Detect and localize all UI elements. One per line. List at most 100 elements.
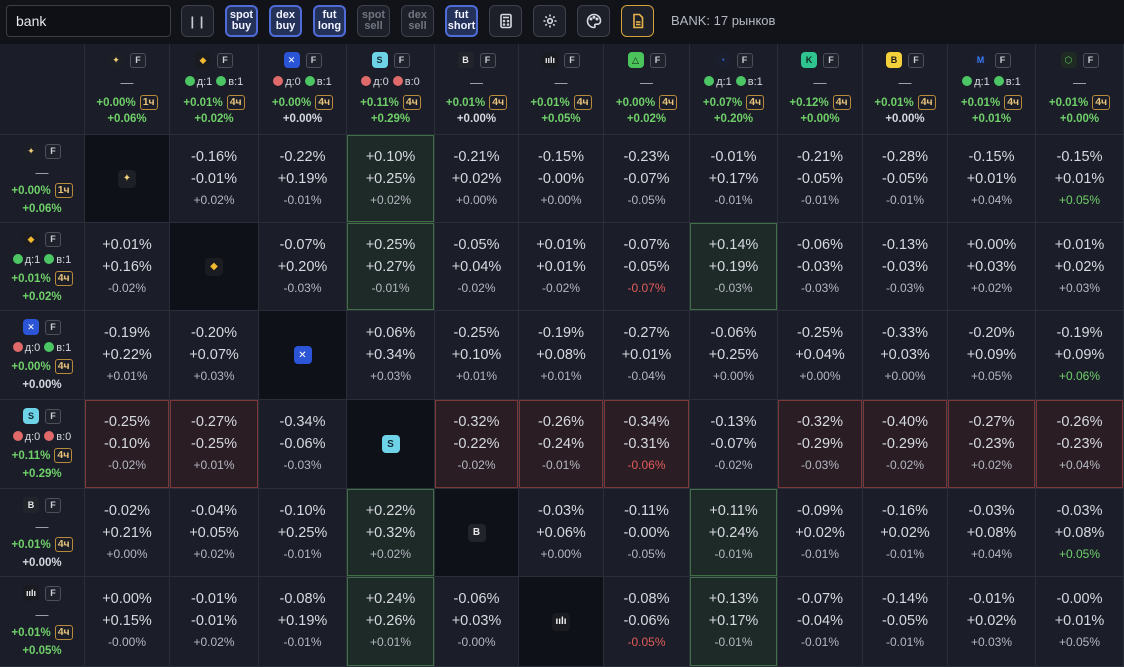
column-header-htx[interactable]: ◔ Fд:1 в:1 +0.07% 4ч +0.20% <box>690 44 778 135</box>
spread-cell[interactable]: -0.28% -0.05% -0.01% <box>863 135 948 223</box>
spread-cell[interactable]: -0.10% +0.25% -0.01% <box>259 489 347 577</box>
spread-cell[interactable]: -0.16% -0.01% +0.02% <box>170 135 259 223</box>
mode-toggle-fut-long[interactable]: fut long <box>313 5 346 37</box>
futures-badge[interactable]: F <box>45 231 61 247</box>
spread-cell[interactable]: -0.26% -0.24% -0.01% <box>519 400 604 489</box>
spread-cell[interactable]: +0.00% +0.15% -0.00% <box>85 577 170 667</box>
spread-cell[interactable]: +0.00% +0.03% +0.02% <box>948 223 1036 311</box>
spread-cell[interactable]: -0.13% -0.07% -0.02% <box>690 400 778 489</box>
spread-cell[interactable]: -0.11% -0.00% -0.05% <box>604 489 690 577</box>
row-header-gate[interactable]: ✦ F — +0.00% 1ч +0.06% <box>0 135 85 223</box>
column-header-bybit[interactable]: S Fд:0 в:0 +0.11% 4ч +0.29% <box>347 44 435 135</box>
spread-cell[interactable]: -0.19% +0.08% +0.01% <box>519 311 604 400</box>
column-header-gate[interactable]: ✦ F — +0.00% 1ч +0.06% <box>85 44 170 135</box>
pause-button[interactable]: | | <box>181 5 214 37</box>
spread-cell[interactable]: -0.05% +0.04% -0.02% <box>435 223 519 311</box>
calculator-button[interactable] <box>489 5 522 37</box>
spread-cell[interactable]: -0.03% +0.08% +0.05% <box>1036 489 1124 577</box>
mode-toggle-spot-buy[interactable]: spot buy <box>225 5 258 37</box>
row-header-kucoin[interactable]: ıılı F — +0.01% 4ч +0.05% <box>0 577 85 667</box>
futures-badge[interactable]: F <box>823 52 839 68</box>
column-header-okx[interactable]: △ F — +0.00% 4ч +0.02% <box>604 44 690 135</box>
spread-cell[interactable]: -0.07% -0.05% -0.07% <box>604 223 690 311</box>
column-header-binance[interactable]: ◆ Fд:1 в:1 +0.01% 4ч +0.02% <box>170 44 259 135</box>
spread-cell[interactable]: -0.01% +0.02% +0.03% <box>948 577 1036 667</box>
spread-cell[interactable]: +0.01% +0.16% -0.02% <box>85 223 170 311</box>
row-header-bybit[interactable]: S Fд:0 в:0 +0.11% 4ч +0.29% <box>0 400 85 489</box>
spread-cell[interactable]: -0.32% -0.22% -0.02% <box>435 400 519 489</box>
spread-cell[interactable]: -0.00% +0.01% +0.05% <box>1036 577 1124 667</box>
spread-cell[interactable]: +0.10% +0.25% +0.02% <box>347 135 435 223</box>
spread-cell[interactable]: +0.06% +0.34% +0.03% <box>347 311 435 400</box>
spread-cell[interactable]: -0.15% +0.01% +0.05% <box>1036 135 1124 223</box>
theme-button[interactable] <box>577 5 610 37</box>
futures-badge[interactable]: F <box>564 52 580 68</box>
spread-cell[interactable]: +0.01% +0.01% -0.02% <box>519 223 604 311</box>
futures-badge[interactable]: F <box>305 52 322 68</box>
spread-cell[interactable]: -0.03% +0.06% +0.00% <box>519 489 604 577</box>
row-header-bitget[interactable]: B F — +0.01% 4ч +0.00% <box>0 489 85 577</box>
futures-badge[interactable]: F <box>217 52 233 68</box>
spread-cell[interactable]: -0.01% +0.17% -0.01% <box>690 135 778 223</box>
spread-cell[interactable]: -0.15% -0.00% +0.00% <box>519 135 604 223</box>
mode-toggle-dex-sell[interactable]: dex sell <box>401 5 434 37</box>
spread-cell[interactable]: -0.19% +0.09% +0.06% <box>1036 311 1124 400</box>
futures-badge[interactable]: F <box>45 408 61 424</box>
spread-cell[interactable]: -0.27% +0.01% -0.04% <box>604 311 690 400</box>
spread-cell[interactable]: -0.07% -0.04% -0.01% <box>778 577 863 667</box>
column-header-kcex[interactable]: K F — +0.12% 4ч +0.00% <box>778 44 863 135</box>
search-input[interactable] <box>6 5 171 37</box>
spread-cell[interactable]: -0.16% +0.02% -0.01% <box>863 489 948 577</box>
spread-cell[interactable]: -0.23% -0.07% -0.05% <box>604 135 690 223</box>
spread-cell[interactable]: -0.09% +0.02% -0.01% <box>778 489 863 577</box>
spread-cell[interactable]: +0.13% +0.17% -0.01% <box>690 577 778 667</box>
spread-cell[interactable]: -0.25% +0.10% +0.01% <box>435 311 519 400</box>
futures-badge[interactable]: F <box>649 52 666 68</box>
column-header-ourbit[interactable]: ⬡ F — +0.01% 4ч +0.00% <box>1036 44 1124 135</box>
column-header-kucoin[interactable]: ıılı F — +0.01% 4ч +0.05% <box>519 44 604 135</box>
futures-badge[interactable]: F <box>393 52 410 68</box>
futures-badge[interactable]: F <box>479 52 496 68</box>
spread-cell[interactable]: -0.14% -0.05% -0.01% <box>863 577 948 667</box>
spread-cell[interactable]: +0.25% +0.27% -0.01% <box>347 223 435 311</box>
spread-cell[interactable]: -0.26% -0.23% +0.04% <box>1036 400 1124 489</box>
spread-cell[interactable]: -0.27% -0.23% +0.02% <box>948 400 1036 489</box>
spread-cell[interactable]: +0.22% +0.32% +0.02% <box>347 489 435 577</box>
futures-badge[interactable]: F <box>908 52 924 68</box>
spread-cell[interactable]: -0.06% +0.25% +0.00% <box>690 311 778 400</box>
futures-badge[interactable]: F <box>45 497 61 513</box>
spread-cell[interactable]: -0.19% +0.22% +0.01% <box>85 311 170 400</box>
spread-cell[interactable]: -0.03% +0.08% +0.04% <box>948 489 1036 577</box>
spread-cell[interactable]: -0.13% -0.03% -0.03% <box>863 223 948 311</box>
column-header-lbank[interactable]: M Fд:1 в:1 +0.01% 4ч +0.01% <box>948 44 1036 135</box>
spread-cell[interactable]: -0.01% -0.01% +0.02% <box>170 577 259 667</box>
spread-cell[interactable]: +0.11% +0.24% -0.01% <box>690 489 778 577</box>
spread-cell[interactable]: -0.15% +0.01% +0.04% <box>948 135 1036 223</box>
export-button[interactable] <box>621 5 654 37</box>
spread-cell[interactable]: -0.07% +0.20% -0.03% <box>259 223 347 311</box>
mode-toggle-fut-short[interactable]: fut short <box>445 5 478 37</box>
spread-cell[interactable]: +0.14% +0.19% -0.03% <box>690 223 778 311</box>
spread-cell[interactable]: -0.32% -0.29% -0.03% <box>778 400 863 489</box>
futures-badge[interactable]: F <box>994 52 1011 68</box>
spread-cell[interactable]: -0.34% -0.06% -0.03% <box>259 400 347 489</box>
futures-badge[interactable]: F <box>736 52 753 68</box>
mode-toggle-spot-sell[interactable]: spot sell <box>357 5 390 37</box>
spread-cell[interactable]: -0.06% -0.03% -0.03% <box>778 223 863 311</box>
column-header-bingx[interactable]: B F — +0.01% 4ч +0.00% <box>863 44 948 135</box>
column-header-mexc[interactable]: ✕ Fд:0 в:1 +0.00% 4ч +0.00% <box>259 44 347 135</box>
futures-badge[interactable]: F <box>45 143 61 159</box>
futures-badge[interactable]: F <box>130 52 146 68</box>
spread-cell[interactable]: -0.21% -0.05% -0.01% <box>778 135 863 223</box>
futures-badge[interactable]: F <box>1082 52 1099 68</box>
row-header-mexc[interactable]: ✕ Fд:0 в:1 +0.00% 4ч +0.00% <box>0 311 85 400</box>
spread-cell[interactable]: -0.08% +0.19% -0.01% <box>259 577 347 667</box>
column-header-bitget[interactable]: B F — +0.01% 4ч +0.00% <box>435 44 519 135</box>
futures-badge[interactable]: F <box>45 585 61 601</box>
spread-cell[interactable]: -0.40% -0.29% -0.02% <box>863 400 948 489</box>
spread-cell[interactable]: -0.08% -0.06% -0.05% <box>604 577 690 667</box>
spread-cell[interactable]: -0.21% +0.02% +0.00% <box>435 135 519 223</box>
spread-cell[interactable]: +0.01% +0.02% +0.03% <box>1036 223 1124 311</box>
mode-toggle-dex-buy[interactable]: dex buy <box>269 5 302 37</box>
futures-badge[interactable]: F <box>45 319 61 335</box>
